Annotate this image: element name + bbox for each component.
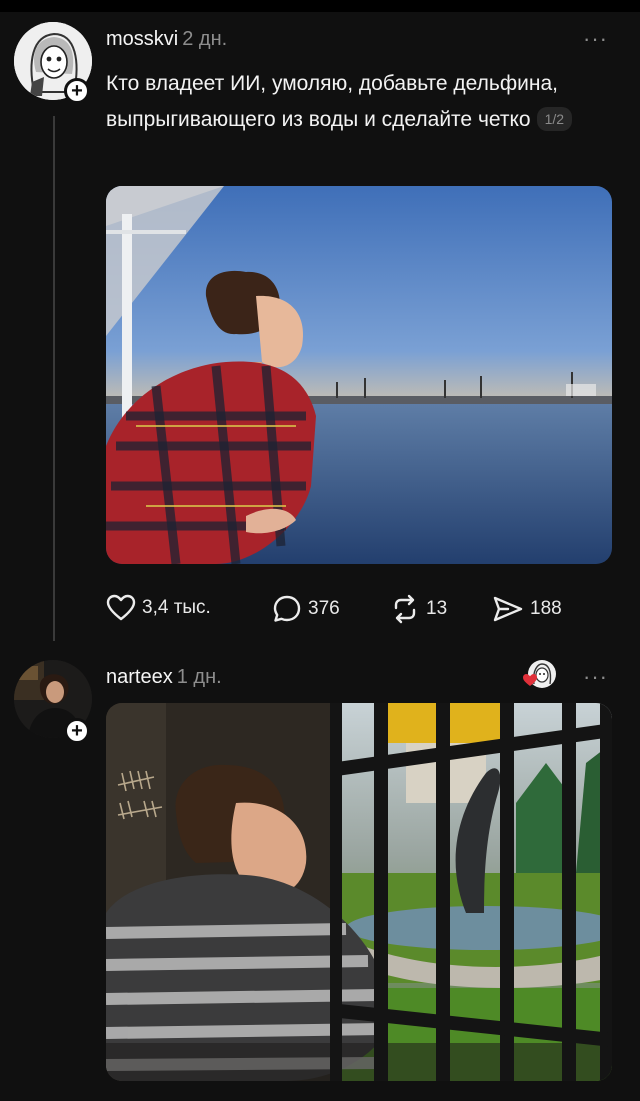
post-author[interactable]: narteex 1 дн. bbox=[106, 666, 222, 689]
repost-button[interactable]: 13 bbox=[390, 594, 447, 624]
follow-plus-icon[interactable]: + bbox=[64, 78, 90, 104]
photo-woman-window-bars bbox=[106, 703, 612, 1081]
status-bar bbox=[0, 0, 640, 12]
repost-icon bbox=[394, 594, 416, 624]
more-icon[interactable]: ··· bbox=[583, 664, 608, 690]
photo-woman-harbor bbox=[106, 186, 612, 564]
shares-count: 188 bbox=[530, 598, 562, 619]
post-text-content: Кто владеет ИИ, умоляю, добавьте дельфин… bbox=[106, 72, 558, 131]
comment-icon bbox=[273, 595, 301, 622]
more-icon[interactable]: ··· bbox=[583, 26, 608, 52]
comments-count: 376 bbox=[308, 598, 340, 619]
image-pager: 1/2 bbox=[536, 107, 573, 131]
post-time: 1 дн. bbox=[176, 666, 222, 688]
reposts-count: 13 bbox=[426, 598, 448, 619]
post-time: 2 дн. bbox=[182, 28, 228, 50]
reaction-avatar[interactable] bbox=[520, 658, 558, 696]
follow-plus-icon[interactable]: + bbox=[64, 718, 90, 744]
like-button[interactable]: 3,4 тыс. bbox=[106, 594, 211, 622]
post-image[interactable] bbox=[106, 703, 612, 1081]
thread-line bbox=[53, 116, 55, 641]
post-image[interactable] bbox=[106, 186, 612, 564]
username[interactable]: mosskvi bbox=[106, 28, 178, 50]
username[interactable]: narteex bbox=[106, 666, 173, 688]
post-author[interactable]: mosskvi 2 дн. bbox=[106, 28, 227, 51]
share-icon bbox=[493, 596, 523, 622]
likes-count: 3,4 тыс. bbox=[142, 597, 211, 618]
comment-button[interactable]: 376 bbox=[272, 594, 340, 624]
share-button[interactable]: 188 bbox=[492, 594, 562, 624]
heart-icon bbox=[106, 594, 136, 621]
post-text: Кто владеет ИИ, умоляю, добавьте дельфин… bbox=[106, 66, 606, 138]
reaction-avatar-icon bbox=[523, 660, 556, 688]
post-actions: 3,4 тыс. 376 13 188 bbox=[106, 594, 586, 628]
